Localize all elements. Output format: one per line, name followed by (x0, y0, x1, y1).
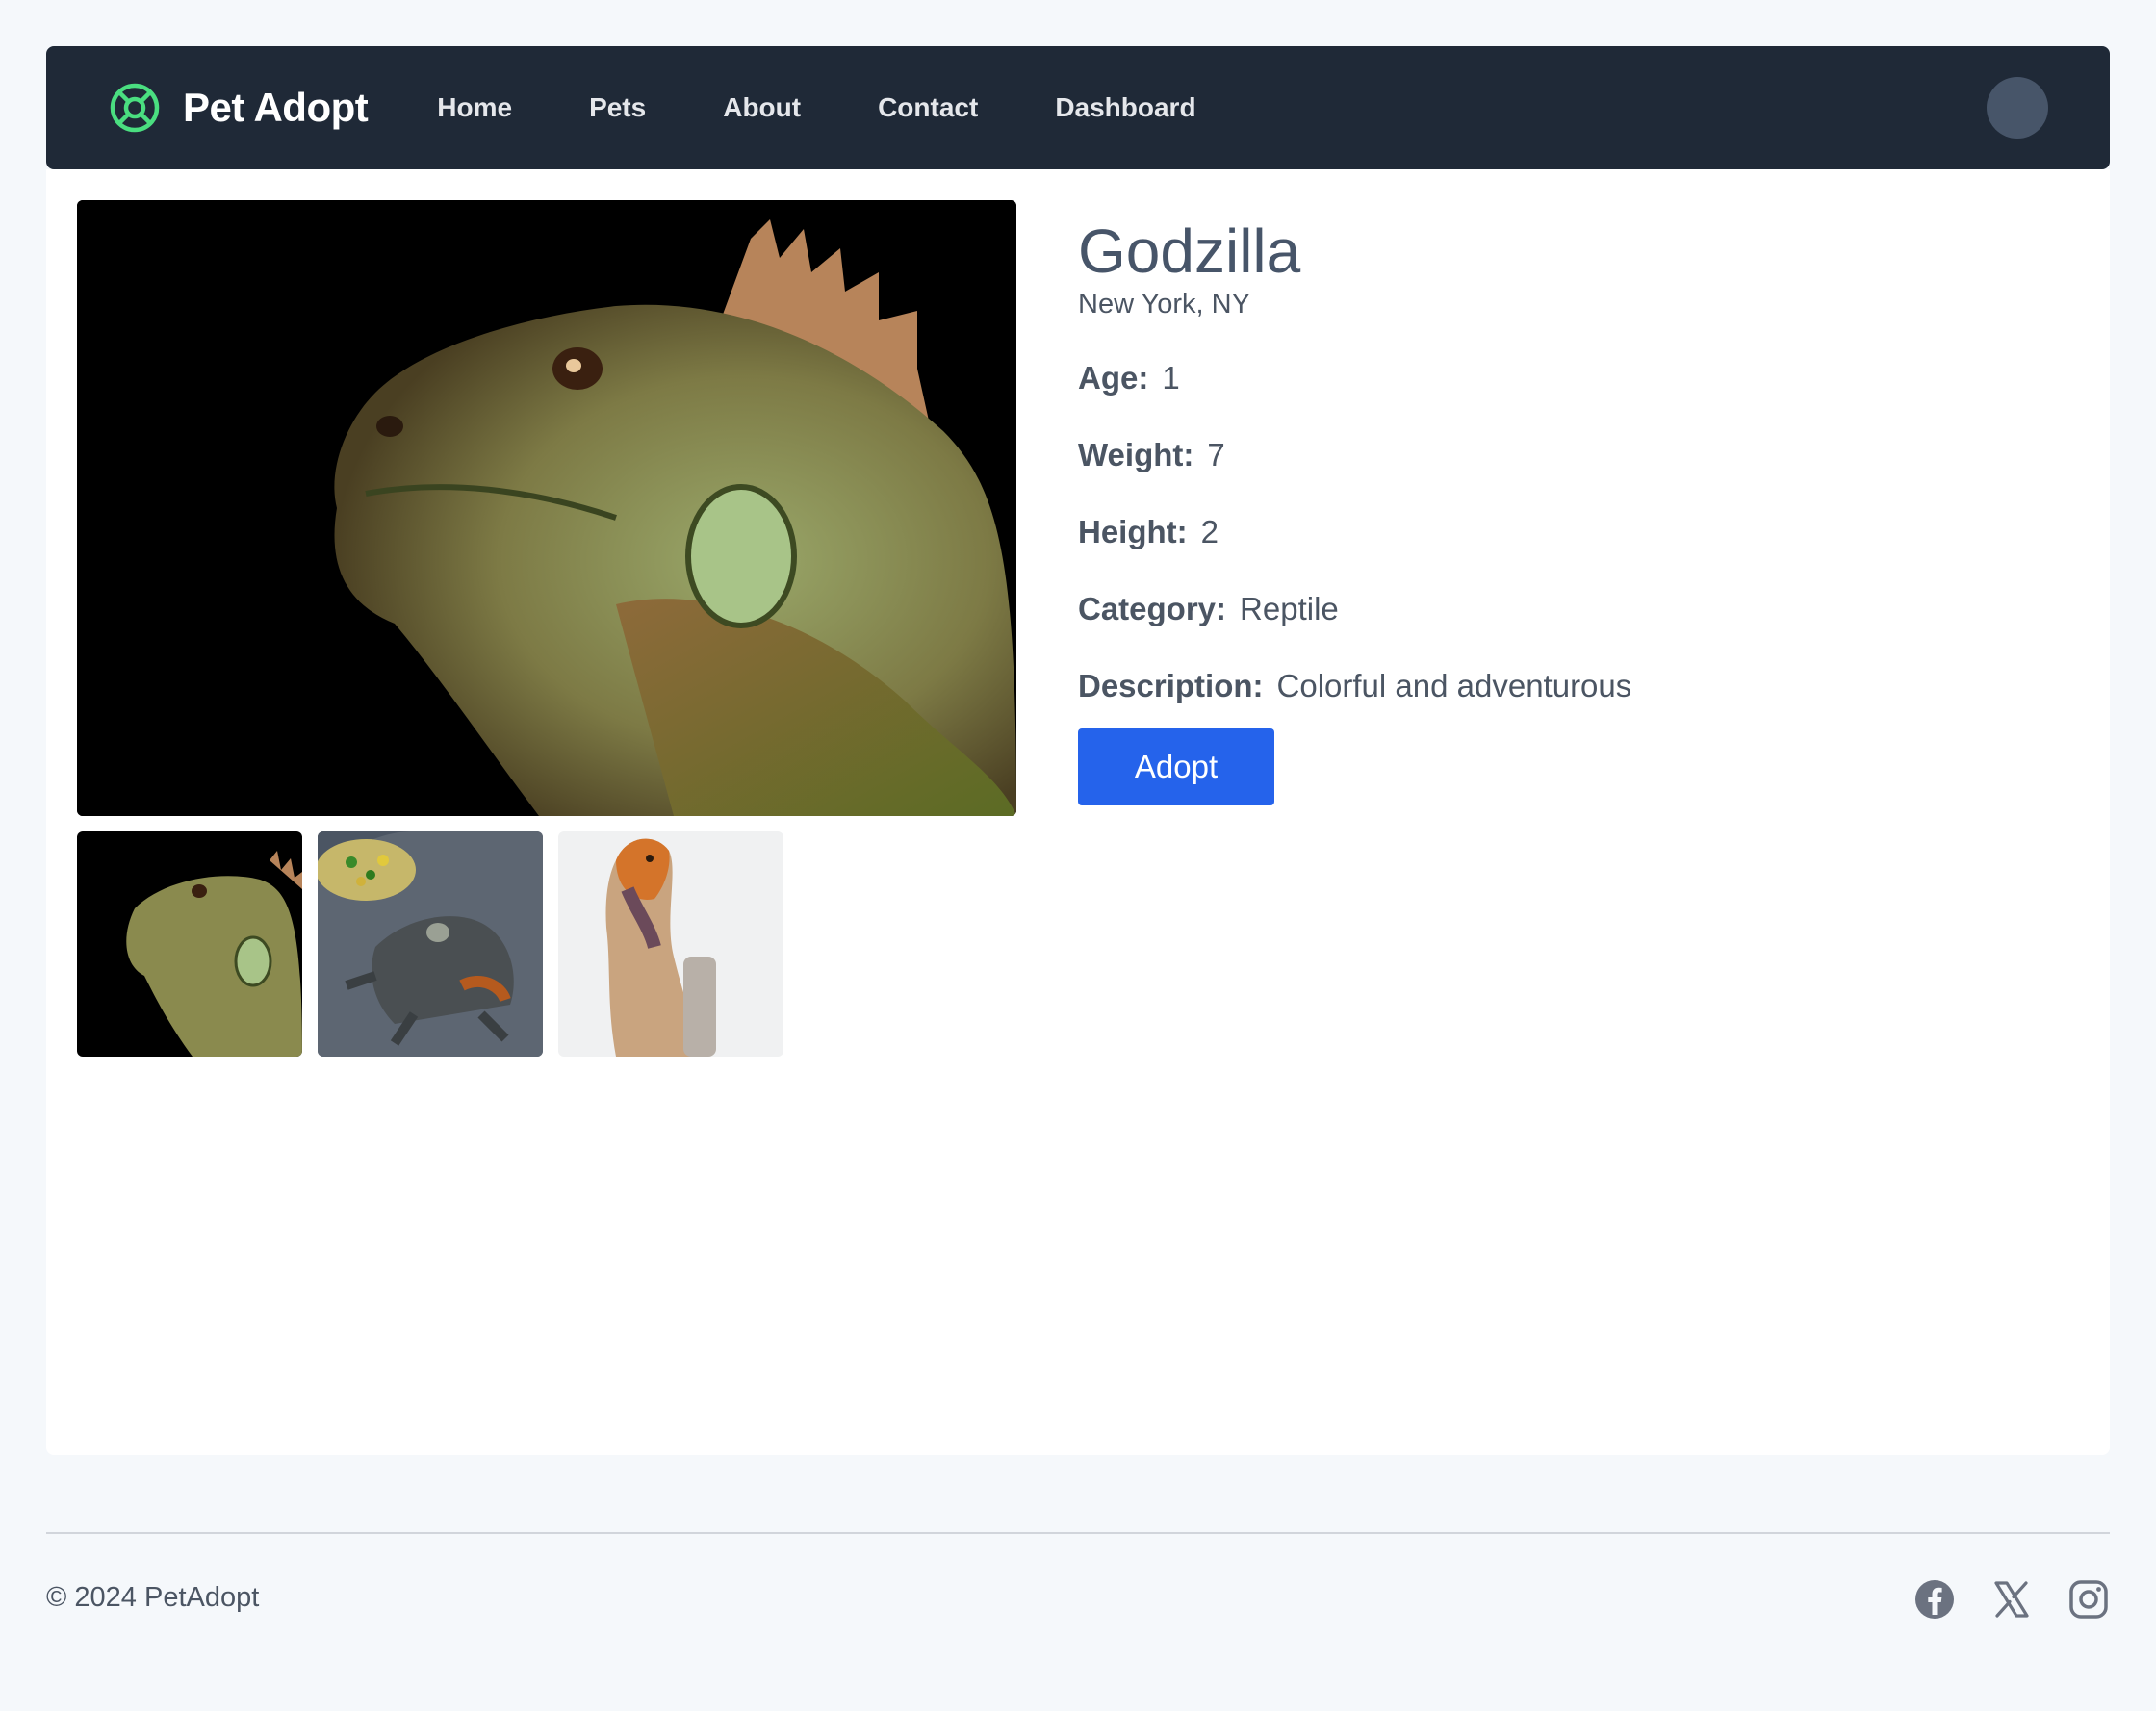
nav-link-home[interactable]: Home (437, 92, 512, 123)
weight-label: Weight: (1078, 437, 1194, 472)
orange-lizard-thumb (558, 831, 783, 1057)
pet-location: New York, NY (1078, 289, 1250, 319)
nav-link-dashboard[interactable]: Dashboard (1055, 92, 1195, 123)
brand-name: Pet Adopt (183, 85, 369, 130)
thumbnail-strip (77, 831, 799, 1057)
nav-link-pets[interactable]: Pets (589, 92, 646, 123)
weight-value: 7 (1207, 437, 1225, 472)
thumbnail-orange-lizard[interactable] (558, 831, 783, 1057)
brand[interactable]: Pet Adopt (108, 81, 369, 135)
page: Pet Adopt Home Pets About Contact Dashbo… (0, 0, 2156, 1711)
height-value: 2 (1200, 514, 1219, 549)
avatar[interactable] (1987, 77, 2048, 139)
social-links (1879, 1578, 2110, 1621)
lifebuoy-icon (110, 83, 160, 133)
field-category: Category: Reptile (1078, 590, 2040, 628)
description-value: Colorful and adventurous (1276, 668, 1632, 703)
field-age: Age: 1 (1078, 359, 2040, 397)
category-label: Category: (1078, 591, 1227, 626)
pet-detail-card: Godzilla New York, NY Age: 1 Weight: 7 Hei… (46, 169, 2110, 1455)
nav-link-contact[interactable]: Contact (878, 92, 978, 123)
field-height: Height: 2 (1078, 513, 2040, 551)
main-pet-photo (77, 200, 1016, 816)
iguana-photo (77, 200, 1016, 816)
thumbnail-iguana-closeup[interactable] (77, 831, 302, 1057)
adopt-button[interactable]: Adopt (1078, 728, 1274, 805)
category-value: Reptile (1240, 591, 1339, 626)
facebook-icon[interactable] (1913, 1578, 1956, 1621)
age-value: 1 (1162, 360, 1180, 396)
iguana-closeup-thumb (77, 831, 302, 1057)
copyright: © 2024 PetAdopt (46, 1582, 260, 1613)
navbar: Pet Adopt Home Pets About Contact Dashbo… (46, 46, 2110, 169)
field-weight: Weight: 7 (1078, 436, 2040, 474)
footer-divider (46, 1532, 2110, 1534)
x-icon[interactable] (1990, 1578, 2033, 1621)
iguana-food-thumb (318, 831, 543, 1057)
nav-links: Home Pets About Contact Dashboard (437, 92, 1272, 123)
instagram-icon[interactable] (2067, 1578, 2110, 1621)
pet-details: Godzilla New York, NY Age: 1 Weight: 7 Hei… (1078, 216, 2040, 805)
nav-link-about[interactable]: About (723, 92, 801, 123)
age-label: Age: (1078, 360, 1149, 396)
height-label: Height: (1078, 514, 1188, 549)
description-label: Description: (1078, 668, 1264, 703)
pet-name: Godzilla (1078, 217, 1301, 286)
field-description: Description: Colorful and adventurous (1078, 667, 2040, 705)
thumbnail-iguana-with-food[interactable] (318, 831, 543, 1057)
